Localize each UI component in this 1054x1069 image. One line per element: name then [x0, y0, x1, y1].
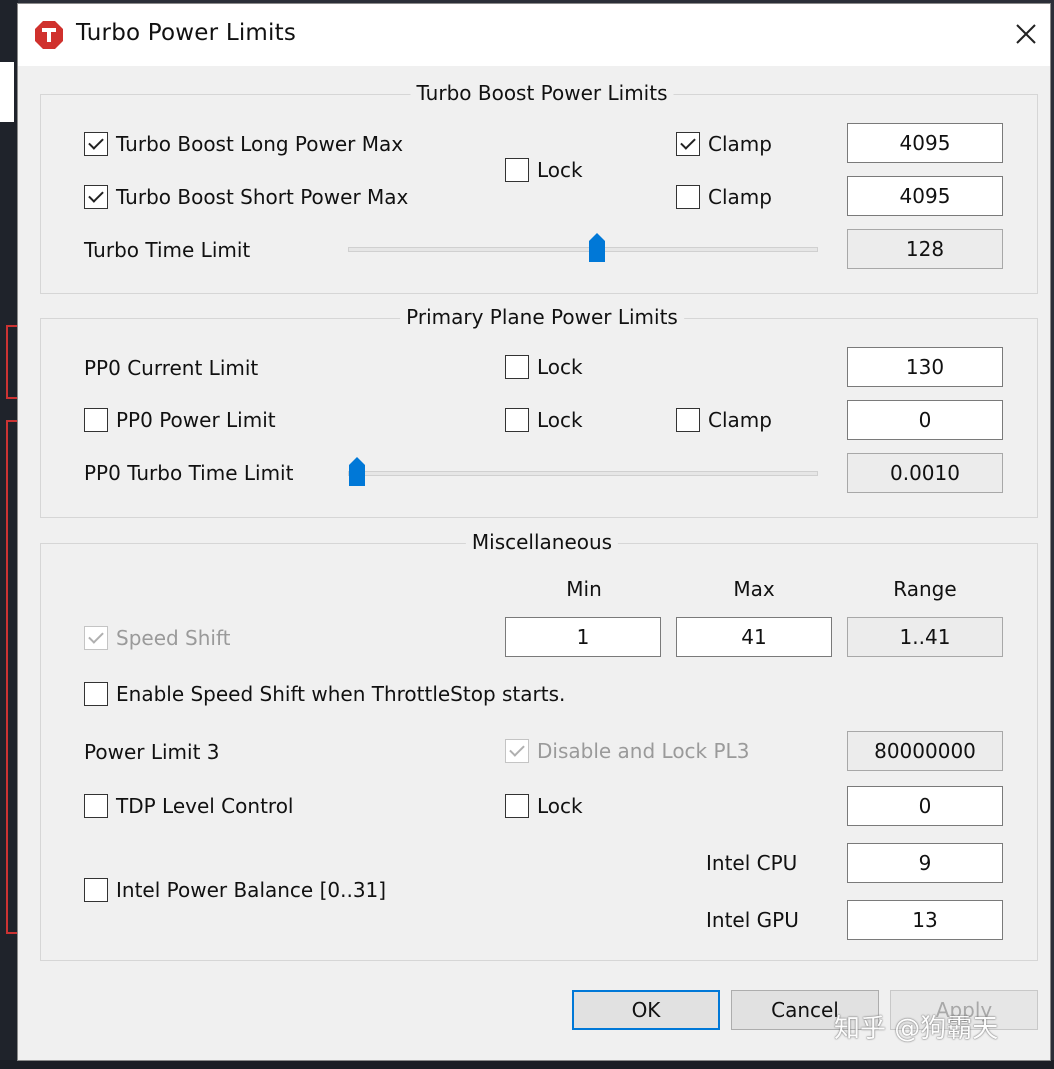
- checkbox-box[interactable]: [505, 158, 529, 182]
- checkbox-label: TDP Level Control: [116, 794, 294, 818]
- intel-cpu-label: Intel CPU: [706, 851, 798, 875]
- enable-speed-shift-checkbox[interactable]: Enable Speed Shift when ThrottleStop sta…: [84, 682, 565, 706]
- background-desktop: [0, 0, 18, 1069]
- pp0-power-limit-checkbox[interactable]: PP0 Power Limit: [84, 408, 276, 432]
- checkbox-box[interactable]: [676, 408, 700, 432]
- slider-thumb[interactable]: [588, 233, 606, 263]
- turbo-power-limits-dialog: Turbo Power Limits Turbo Boost Power Lim…: [17, 3, 1051, 1061]
- tdp-lock-checkbox[interactable]: Lock: [505, 794, 583, 818]
- slider-track: [348, 471, 818, 476]
- turbo-time-limit-value: 128: [847, 229, 1003, 269]
- short-clamp-checkbox[interactable]: Clamp: [676, 185, 772, 209]
- disable-lock-pl3-checkbox[interactable]: Disable and Lock PL3: [505, 739, 749, 763]
- checkbox-label: Turbo Boost Long Power Max: [116, 132, 404, 156]
- checkbox-label: Lock: [537, 158, 583, 182]
- checkbox-label: PP0 Power Limit: [116, 408, 276, 432]
- checkbox-label: Disable and Lock PL3: [537, 739, 750, 763]
- checkbox-box[interactable]: [84, 794, 108, 818]
- checkbox-label: Turbo Boost Short Power Max: [116, 185, 409, 209]
- intel-power-balance-checkbox[interactable]: Intel Power Balance [0..31]: [84, 878, 386, 902]
- throttlestop-app-icon: [35, 21, 63, 49]
- checkbox-box[interactable]: [505, 739, 529, 763]
- checkbox-label: Clamp: [708, 408, 772, 432]
- power-limit-3-label: Power Limit 3: [84, 740, 220, 764]
- watermark: 知乎 @狗霸天: [834, 1014, 999, 1044]
- checkbox-box[interactable]: [505, 794, 529, 818]
- pp0-current-limit-label: PP0 Current Limit: [84, 356, 259, 380]
- intel-cpu-input[interactable]: 9: [847, 843, 1003, 883]
- checkbox-label: Intel Power Balance [0..31]: [116, 878, 387, 902]
- close-button[interactable]: [1002, 4, 1050, 64]
- tdp-level-input[interactable]: 0: [847, 786, 1003, 826]
- checkbox-label: Lock: [537, 794, 583, 818]
- checkbox-box[interactable]: [84, 878, 108, 902]
- short-power-max-input[interactable]: 4095: [847, 176, 1003, 216]
- checkbox-box[interactable]: [676, 185, 700, 209]
- group-title: Miscellaneous: [465, 530, 619, 554]
- checkbox-box[interactable]: [84, 682, 108, 706]
- min-column-header: Min: [566, 577, 602, 601]
- slider-thumb[interactable]: [348, 457, 366, 487]
- turbo-lock-checkbox[interactable]: Lock: [505, 158, 583, 182]
- checkbox-box[interactable]: [84, 185, 108, 209]
- intel-gpu-label: Intel GPU: [706, 908, 799, 932]
- speed-shift-range-value: 1..41: [847, 617, 1003, 657]
- max-column-header: Max: [733, 577, 775, 601]
- checkbox-box[interactable]: [505, 408, 529, 432]
- intel-gpu-input[interactable]: 13: [847, 900, 1003, 940]
- ok-button[interactable]: OK: [572, 990, 720, 1030]
- tdp-level-control-checkbox[interactable]: TDP Level Control: [84, 794, 293, 818]
- turbo-time-limit-label: Turbo Time Limit: [84, 238, 251, 262]
- title-bar[interactable]: Turbo Power Limits: [18, 4, 1050, 66]
- checkbox-box[interactable]: [84, 626, 108, 650]
- checkbox-label: Lock: [537, 355, 583, 379]
- pp0-turbo-time-limit-value: 0.0010: [847, 453, 1003, 493]
- group-title: Primary Plane Power Limits: [400, 305, 684, 329]
- speed-shift-checkbox[interactable]: Speed Shift: [84, 626, 231, 650]
- checkbox-box[interactable]: [84, 132, 108, 156]
- checkbox-label: Speed Shift: [116, 626, 231, 650]
- pp0-power-limit-input[interactable]: 0: [847, 400, 1003, 440]
- background-taskbar: [0, 1060, 1054, 1069]
- slider-track: [348, 247, 818, 252]
- pp0-current-limit-input[interactable]: 130: [847, 347, 1003, 387]
- group-title: Turbo Boost Power Limits: [410, 81, 674, 105]
- power-limit-3-value: 80000000: [847, 731, 1003, 771]
- pp0-turbo-time-limit-slider[interactable]: [348, 457, 818, 489]
- turbo-long-power-max-checkbox[interactable]: Turbo Boost Long Power Max: [84, 132, 403, 156]
- checkbox-label: Clamp: [708, 185, 772, 209]
- checkbox-label: Enable Speed Shift when ThrottleStop sta…: [116, 682, 566, 706]
- range-column-header: Range: [893, 577, 957, 601]
- checkbox-label: Lock: [537, 408, 583, 432]
- window-title: Turbo Power Limits: [76, 20, 297, 46]
- background-strip: [0, 62, 14, 122]
- checkbox-box[interactable]: [676, 132, 700, 156]
- pp0-power-clamp-checkbox[interactable]: Clamp: [676, 408, 772, 432]
- speed-shift-max-input[interactable]: 41: [676, 617, 832, 657]
- pp0-current-lock-checkbox[interactable]: Lock: [505, 355, 583, 379]
- checkbox-label: Clamp: [708, 132, 772, 156]
- close-icon: [1016, 24, 1036, 44]
- turbo-short-power-max-checkbox[interactable]: Turbo Boost Short Power Max: [84, 185, 408, 209]
- long-clamp-checkbox[interactable]: Clamp: [676, 132, 772, 156]
- speed-shift-min-input[interactable]: 1: [505, 617, 661, 657]
- pp0-turbo-time-limit-label: PP0 Turbo Time Limit: [84, 461, 294, 485]
- checkbox-box[interactable]: [84, 408, 108, 432]
- turbo-time-limit-slider[interactable]: [348, 233, 818, 265]
- pp0-power-lock-checkbox[interactable]: Lock: [505, 408, 583, 432]
- checkbox-box[interactable]: [505, 355, 529, 379]
- long-power-max-input[interactable]: 4095: [847, 123, 1003, 163]
